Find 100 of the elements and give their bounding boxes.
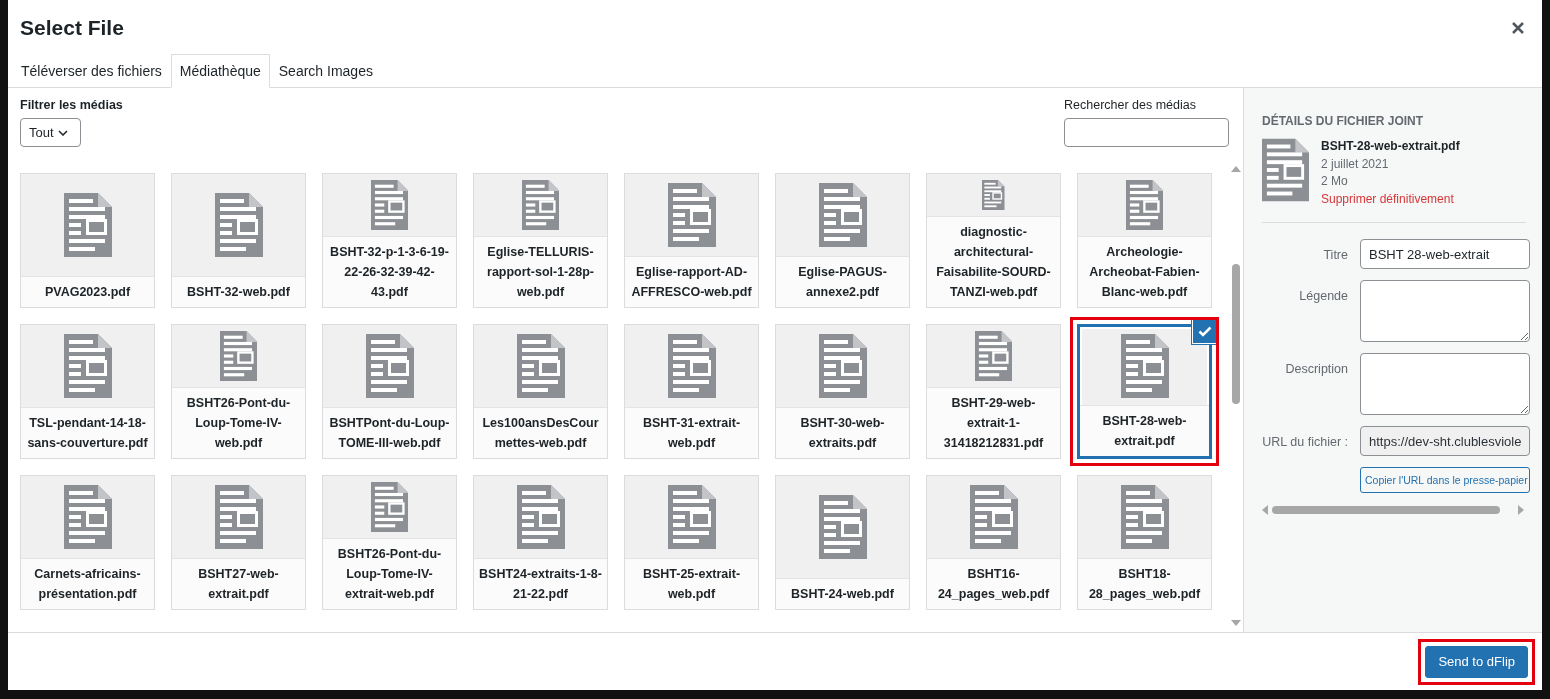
scroll-down-icon[interactable] <box>1231 620 1241 626</box>
attachment-tile[interactable]: TSL-pendant-14-18-sans-couverture.pdf <box>20 324 155 459</box>
attachment-filename: BSHT26-Pont-du-Loup-Tome-IV-extrait-web.pdf <box>323 538 456 609</box>
dialog-title: Select File <box>20 15 124 40</box>
attachment-filename: TSL-pendant-14-18-sans-couverture.pdf <box>21 407 154 458</box>
url-field[interactable]: https://dev-sht.clublesviole <box>1360 426 1530 456</box>
document-icon <box>516 485 565 549</box>
field-label: Description <box>1284 361 1348 376</box>
attachment-tile[interactable]: PVAG2023.pdf <box>20 173 155 308</box>
attachment-tile[interactable]: BSHT16-24_pages_web.pdf <box>926 475 1061 610</box>
attachment-tile[interactable]: Eglise-TELLURIS-rapport-sol-1-28p-web.pdf <box>473 173 608 308</box>
checkmark-icon <box>1198 325 1212 337</box>
attachment-tile[interactable]: BSHT18-28_pages_web.pdf <box>1077 475 1212 610</box>
field-label: Légende <box>1298 288 1348 303</box>
document-icon <box>521 180 560 230</box>
filter-select[interactable]: Tout <box>20 118 81 147</box>
scrollbar-thumb[interactable] <box>1272 506 1500 514</box>
document-icon <box>818 334 867 398</box>
document-icon <box>370 482 409 532</box>
attachment-filename: BSHTPont-du-Loup-TOME-III-web.pdf <box>323 407 456 458</box>
attachment-filename: Carnets-africains-présentation.pdf <box>21 558 154 609</box>
document-icon <box>969 485 1018 549</box>
scroll-up-icon[interactable] <box>1231 166 1241 172</box>
tab[interactable]: Search Images <box>269 54 382 88</box>
tab[interactable]: Médiathèque <box>170 54 270 88</box>
document-icon <box>516 334 565 398</box>
document-icon <box>1120 485 1169 549</box>
field-label: Titre <box>1322 247 1348 262</box>
attachment-filename: Eglise-TELLURIS-rapport-sol-1-28p-web.pdf <box>474 236 607 307</box>
attachment-filename: BSHT-30-web-extraits.pdf <box>776 407 909 458</box>
details-size: 2 Mo <box>1321 173 1349 190</box>
attachment-tile[interactable]: BSHT-29-web-extrait-1-31418212831.pdf <box>926 324 1061 459</box>
details-heading: DÉTAILS DU FICHIER JOINT <box>1262 114 1425 128</box>
document-icon <box>1262 138 1309 202</box>
attachment-filename: BSHT-24-web.pdf <box>776 578 909 609</box>
attachment-filename: BSHT26-Pont-du-Loup-Tome-IV-web.pdf <box>172 387 305 458</box>
attachment-filename: BSHT-29-web-extrait-1-31418212831.pdf <box>927 387 1060 458</box>
document-icon <box>667 183 716 247</box>
attachment-tile[interactable]: Eglise-PAGUS-annexe2.pdf <box>775 173 910 308</box>
search-label: Rechercher des médias <box>1064 98 1197 112</box>
document-icon <box>214 485 263 549</box>
attachment-tile[interactable]: Eglise-rapport-AD-AFFRESCO-web.pdf <box>624 173 759 308</box>
details-date: 2 juillet 2021 <box>1321 155 1390 173</box>
attachment-filename: BSHT-32-web.pdf <box>172 276 305 307</box>
attachment-tile[interactable]: BSHT-28-web-extrait.pdf <box>1077 324 1212 459</box>
chevron-icon <box>57 129 68 136</box>
attachment-filename: BSHT27-web-extrait.pdf <box>172 558 305 609</box>
attachment-tile[interactable]: BSHT-31-extrait-web.pdf <box>624 324 759 459</box>
attachment-filename: diagnostic-architectural-Faisabilite-SOURD-TANZI-web.pdf <box>927 216 1060 307</box>
document-icon <box>63 485 112 549</box>
attachment-filename: PVAG2023.pdf <box>21 276 154 307</box>
scroll-right-icon[interactable] <box>1518 505 1524 515</box>
document-icon <box>365 334 414 398</box>
attachment-filename: BSHT-28-web-extrait.pdf <box>1080 405 1209 456</box>
attachment-tile[interactable]: Archeologie-Archeobat-Fabien-Blanc-web.pdf <box>1077 173 1212 308</box>
delete-link[interactable]: Supprimer définitivement <box>1321 190 1460 208</box>
attachment-tile[interactable]: diagnostic-architectural-Faisabilite-SOURD-TANZI-web.pdf <box>926 173 1061 308</box>
attachment-filename: Archeologie-Archeobat-Fabien-Blanc-web.pdf <box>1078 236 1211 307</box>
attachment-filename: BSHT24-extraits-1-8-21-22.pdf <box>474 558 607 609</box>
attachment-tile[interactable]: BSHT26-Pont-du-Loup-Tome-IV-extrait-web.pdf <box>322 475 457 610</box>
send-button[interactable]: Send to dFlip <box>1425 645 1528 678</box>
scrollbar-thumb[interactable] <box>1232 264 1240 404</box>
copy-url-button[interactable]: Copier l'URL dans le presse-papier <box>1360 467 1530 493</box>
scroll-left-icon[interactable] <box>1262 505 1268 515</box>
attachment-tile[interactable]: BSHT-32-p-1-3-6-19-22-26-32-39-42-43.pdf <box>322 173 457 308</box>
attachment-filename: BSHT-32-p-1-3-6-19-22-26-32-39-42-43.pdf <box>323 236 456 307</box>
attachment-filename: Eglise-PAGUS-annexe2.pdf <box>776 256 909 307</box>
document-icon <box>1125 180 1164 230</box>
document-icon <box>667 334 716 398</box>
close-icon <box>1512 21 1524 34</box>
attachment-filename: Les100ansDesCourmettes-web.pdf <box>474 407 607 458</box>
attachment-tile[interactable]: BSHT-24-web.pdf <box>775 475 910 610</box>
document-icon <box>667 485 716 549</box>
attachment-tile[interactable]: BSHT-25-extrait-web.pdf <box>624 475 759 610</box>
attachment-filename: BSHT-25-extrait-web.pdf <box>625 558 758 609</box>
document-icon <box>219 331 258 381</box>
attachment-tile[interactable]: BSHT-30-web-extraits.pdf <box>775 324 910 459</box>
tab[interactable]: Téléverser des fichiers <box>12 54 171 88</box>
attachment-tile[interactable]: BSHT24-extraits-1-8-21-22.pdf <box>473 475 608 610</box>
document-icon <box>214 193 263 257</box>
attachment-tile[interactable]: BSHT27-web-extrait.pdf <box>171 475 306 610</box>
attachment-filename: Eglise-rapport-AD-AFFRESCO-web.pdf <box>625 256 758 307</box>
document-icon <box>63 334 112 398</box>
document-icon <box>818 495 867 559</box>
document-icon <box>370 180 409 230</box>
filter-label: Filtrer les médias <box>20 98 123 112</box>
document-icon <box>1120 334 1169 398</box>
attachment-filename: BSHT-31-extrait-web.pdf <box>625 407 758 458</box>
attachment-tile[interactable]: BSHT26-Pont-du-Loup-Tome-IV-web.pdf <box>171 324 306 459</box>
textarea-field[interactable] <box>1360 353 1530 415</box>
title-field[interactable]: BSHT 28-web-extrait <box>1360 239 1530 269</box>
attachment-tile[interactable]: BSHTPont-du-Loup-TOME-III-web.pdf <box>322 324 457 459</box>
document-icon <box>63 193 112 257</box>
search-field[interactable] <box>1064 118 1229 147</box>
attachment-tile[interactable]: BSHT-32-web.pdf <box>171 173 306 308</box>
attachment-tile[interactable]: Carnets-africains-présentation.pdf <box>20 475 155 610</box>
field-label: URL du fichier : <box>1262 434 1348 449</box>
attachment-tile[interactable]: Les100ansDesCourmettes-web.pdf <box>473 324 608 459</box>
textarea-field[interactable] <box>1360 280 1530 342</box>
attachment-filename: BSHT16-24_pages_web.pdf <box>927 558 1060 609</box>
